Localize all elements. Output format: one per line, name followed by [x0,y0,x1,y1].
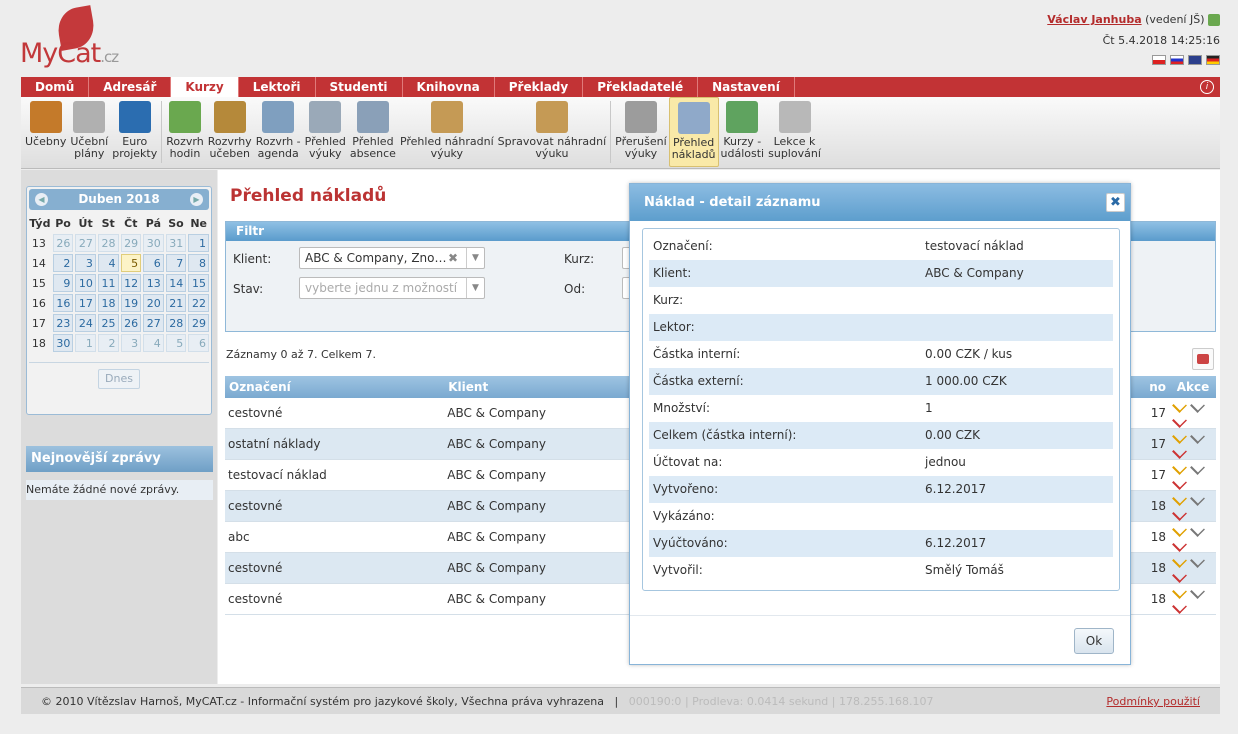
detail-label: Vytvořeno: [653,482,719,496]
terms-link[interactable]: Podmínky použití [1106,688,1200,715]
detail-label: Lektor: [653,320,695,334]
detail-value: testovací náklad [925,239,1024,253]
detail-value: 1 [925,401,933,415]
detail-row: Vytvořil: Smělý Tomáš [649,557,1113,584]
ip-address: 178.255.168.107 [839,695,934,708]
detail-value: 6.12.2017 [925,482,987,496]
detail-box: Označení: testovací náklad Klient: ABC & Co… [642,228,1120,591]
detail-value: ABC & Company [925,266,1024,280]
detail-row: Kurz: [649,287,1113,314]
detail-row: Celkem (částka interní): 0.00 CZK [649,422,1113,449]
detail-value: 0.00 CZK / kus [925,347,1013,361]
detail-row: Označení: testovací náklad [649,233,1113,260]
detail-label: Množství: [653,401,711,415]
detail-row: Vyúčtováno: 6.12.2017 [649,530,1113,557]
cost-detail-dialog: Náklad - detail záznamu ✖ Označení: testo… [629,183,1131,665]
detail-value: 6.12.2017 [925,536,987,550]
response-delay: Prodleva: 0.0414 sekund [692,695,829,708]
detail-label: Kurz: [653,293,684,307]
detail-label: Vykázáno: [653,509,715,523]
detail-row: Klient: ABC & Company [649,260,1113,287]
detail-label: Částka interní: [653,347,741,361]
detail-label: Účtovat na: [653,455,723,469]
ok-button[interactable]: Ok [1074,628,1114,654]
close-icon[interactable]: ✖ [1106,193,1125,212]
detail-label: Klient: [653,266,692,280]
detail-value: 1 000.00 CZK [925,374,1007,388]
detail-row: Částka interní: 0.00 CZK / kus [649,341,1113,368]
footer: © 2010 Vítězslav Harnoš, MyCAT.cz - Info… [21,687,1220,714]
detail-label: Vytvořil: [653,563,703,577]
detail-value: Smělý Tomáš [925,563,1004,577]
copyright: © 2010 Vítězslav Harnoš, MyCAT.cz - Info… [41,695,605,708]
detail-row: Vytvořeno: 6.12.2017 [649,476,1113,503]
detail-row: Vykázáno: [649,503,1113,530]
detail-label: Označení: [653,239,713,253]
detail-row: Lektor: [649,314,1113,341]
detail-label: Vyúčtováno: [653,536,728,550]
detail-value: 0.00 CZK [925,428,981,442]
page: MyCat.cz Václav Janhuba (vedení JŠ) Čt 5… [0,0,1238,734]
detail-label: Částka externí: [653,374,744,388]
detail-value: jednou [925,455,966,469]
dialog-title: Náklad - detail záznamu [630,184,1130,221]
detail-row: Množství: 1 [649,395,1113,422]
detail-row: Účtovat na: jednou [649,449,1113,476]
detail-row: Částka externí: 1 000.00 CZK [649,368,1113,395]
server-id: 000190:0 [628,695,682,708]
detail-label: Celkem (částka interní): [653,428,797,442]
